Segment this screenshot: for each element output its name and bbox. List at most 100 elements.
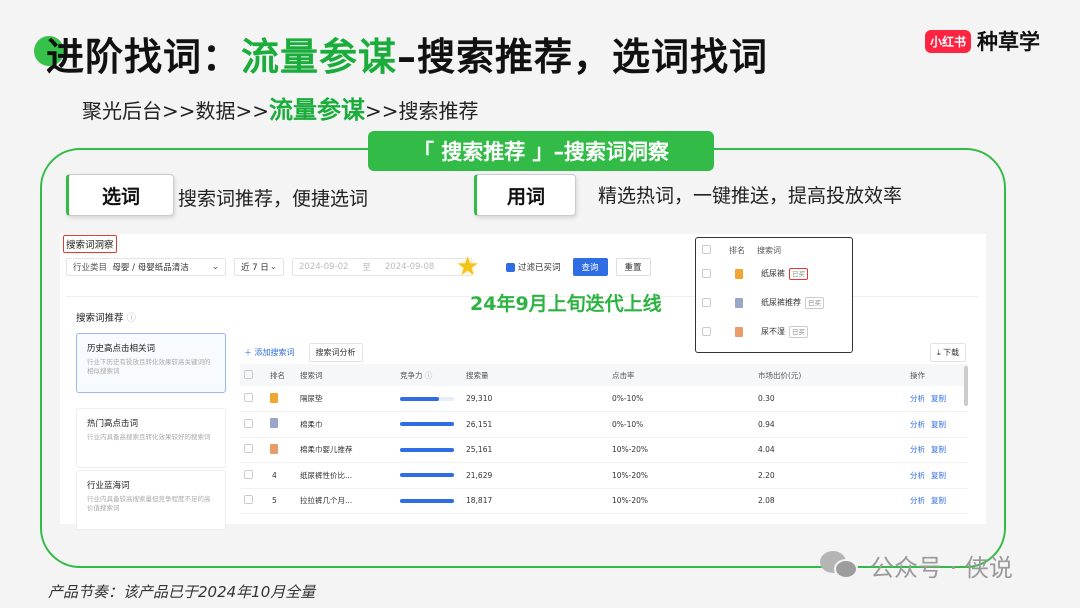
row-checkbox[interactable] [244,469,253,479]
row-copy-link[interactable]: 复制 [931,471,946,480]
rank-cell [266,411,296,438]
op-cell: 分析 复制 [906,411,968,438]
competition-cell [396,411,462,438]
bid-cell: 4.04 [754,437,906,463]
competition-bar [400,498,454,503]
query-button[interactable]: 查询 [572,258,608,276]
row-analyze-link[interactable]: 分析 [910,420,925,429]
desc-select-word: 搜索词推荐，便捷选词 [178,188,369,210]
row-checkbox[interactable] [244,444,253,454]
popup-header-rank: 排名 [729,246,745,255]
word-cell: 纸尿裤性价比... [296,462,396,489]
competition-cell [396,386,462,412]
page-title: 进阶找词：流量参谋–搜索推荐，选词找词 [46,26,768,81]
section-banner: 「 搜索推荐 」–搜索词洞察 [368,131,714,171]
row-analyze-link[interactable]: 分析 [910,445,925,454]
row-copy-link[interactable]: 复制 [931,496,946,505]
info-icon: ⓘ [126,313,137,324]
row-select-cell [240,386,266,412]
date-start: 2024-09-02 [299,262,349,272]
row-checkbox[interactable] [244,495,253,505]
filter-bought-checkbox[interactable]: 过滤已买词 [506,261,561,273]
popup-row-checkbox[interactable] [702,269,711,278]
volume-cell: 29,310 [462,386,608,412]
rank-cell: 4 [266,462,296,489]
rank-medal-icon [270,392,278,403]
reset-button[interactable]: 重置 [615,258,651,276]
row-analyze-link[interactable]: 分析 [910,496,925,505]
rank-medal-icon [270,418,278,429]
rank-number: 4 [272,470,277,480]
download-label: 下载 [943,348,960,357]
card-blue-ocean[interactable]: 行业蓝海词 行业内具备较高搜索量但竞争程度不足的高价值搜索词 [76,470,226,530]
popup-header-word: 搜索词 [757,246,781,255]
competition-bar [400,447,454,452]
breadcrumb-suffix: >>搜索推荐 [365,99,479,123]
xiaohongshu-logo: 小红书 [924,29,971,53]
select-all-checkbox[interactable] [244,369,253,379]
row-copy-link[interactable]: 复制 [931,420,946,429]
wechat-icon [820,550,860,581]
header-select [240,364,266,386]
popup-row-checkbox[interactable] [702,327,711,336]
header-bid: 市场出价(元) [754,364,906,386]
ctr-cell: 10%-20% [608,437,754,463]
competition-bar-fill [400,422,454,427]
word-analyze-button[interactable]: 搜索词分析 [308,343,363,362]
filter-row: 行业类目 母婴 / 母婴纸品清洁 ⌄ 近 7 日 ⌄ 2024-09-02 至 … [66,258,651,276]
ctr-cell: 0%-10% [608,411,754,438]
rank-medal-icon [735,297,743,308]
popup-word-text: 纸尿裤推荐 [761,298,801,307]
add-word-button[interactable]: ＋ 添加搜索词 [244,347,295,358]
card-title: 历史高点击相关词 [87,344,156,354]
breadcrumb: 聚光后台>>数据>>流量参谋>>搜索推荐 [82,90,479,125]
footer-note: 产品节奏：该产品已于2024年10月全量 [48,583,316,601]
add-word-label: 添加搜索词 [254,348,295,357]
row-select-cell [240,488,266,514]
rank-medal-icon [270,443,278,454]
popup-word-text: 尿不湿 [761,327,785,336]
date-range-picker[interactable]: 2024-09-02 至 2024-09-08 [292,258,472,276]
popup-select-all-checkbox[interactable] [702,245,711,254]
card-desc: 行业下历史有投放且转化效果较高关键词的相似搜索词 [87,358,211,376]
card-history-high-click[interactable]: 历史高点击相关词 行业下历史有投放且转化效果较高关键词的相似搜索词 [76,333,226,393]
header-competition-label: 竞争力 [400,370,423,380]
word-cell: 隔尿垫 [296,386,396,412]
volume-cell: 25,161 [462,437,608,463]
volume-cell: 21,629 [462,462,608,489]
industry-select[interactable]: 行业类目 母婴 / 母婴纸品清洁 ⌄ [66,258,226,276]
title-prefix: 进阶找词： [46,35,242,79]
card-title: 热门高点击词 [87,419,139,429]
row-analyze-link[interactable]: 分析 [910,471,925,480]
row-copy-link[interactable]: 复制 [931,394,946,403]
card-desc: 行业内具备高搜索且转化效果较好的搜索词 [87,433,211,441]
row-select-cell [240,411,266,438]
recommend-title-text: 搜索词推荐 [76,313,124,324]
bid-cell: 2.20 [754,462,906,489]
competition-bar-fill [400,447,454,452]
op-cell: 分析 复制 [906,488,968,514]
competition-bar-fill [400,498,454,503]
op-cell: 分析 复制 [906,386,968,412]
period-select[interactable]: 近 7 日 ⌄ [234,258,284,276]
card-hot-high-click[interactable]: 热门高点击词 行业内具备高搜索且转化效果较好的搜索词 [76,408,226,468]
table-scrollbar[interactable] [964,366,968,406]
row-checkbox[interactable] [244,418,253,428]
date-separator: 至 [362,263,371,273]
word-cell: 棉柔巾婴儿推荐 [296,437,396,463]
row-copy-link[interactable]: 复制 [931,445,946,454]
bid-cell: 0.94 [754,411,906,438]
popup-row: 尿不湿 已买 [702,326,808,338]
competition-bar-fill [400,396,439,401]
row-select-cell [240,437,266,463]
row-analyze-link[interactable]: 分析 [910,394,925,403]
checkbox-checked-icon [506,262,515,272]
desc-use-word: 精选热词，一键推送，提高投放效率 [598,185,903,207]
filter-bought-label: 过滤已买词 [518,263,561,273]
rank-number: 5 [272,496,277,506]
download-button[interactable]: ⤓ 下载 [930,343,967,362]
recommend-title: 搜索词推荐 ⓘ [76,310,136,324]
row-checkbox[interactable] [244,393,253,402]
popup-row-checkbox[interactable] [702,298,711,307]
table-row: 棉柔巾婴儿推荐 25,161 10%-20% 4.04 分析 复制 [240,437,968,463]
